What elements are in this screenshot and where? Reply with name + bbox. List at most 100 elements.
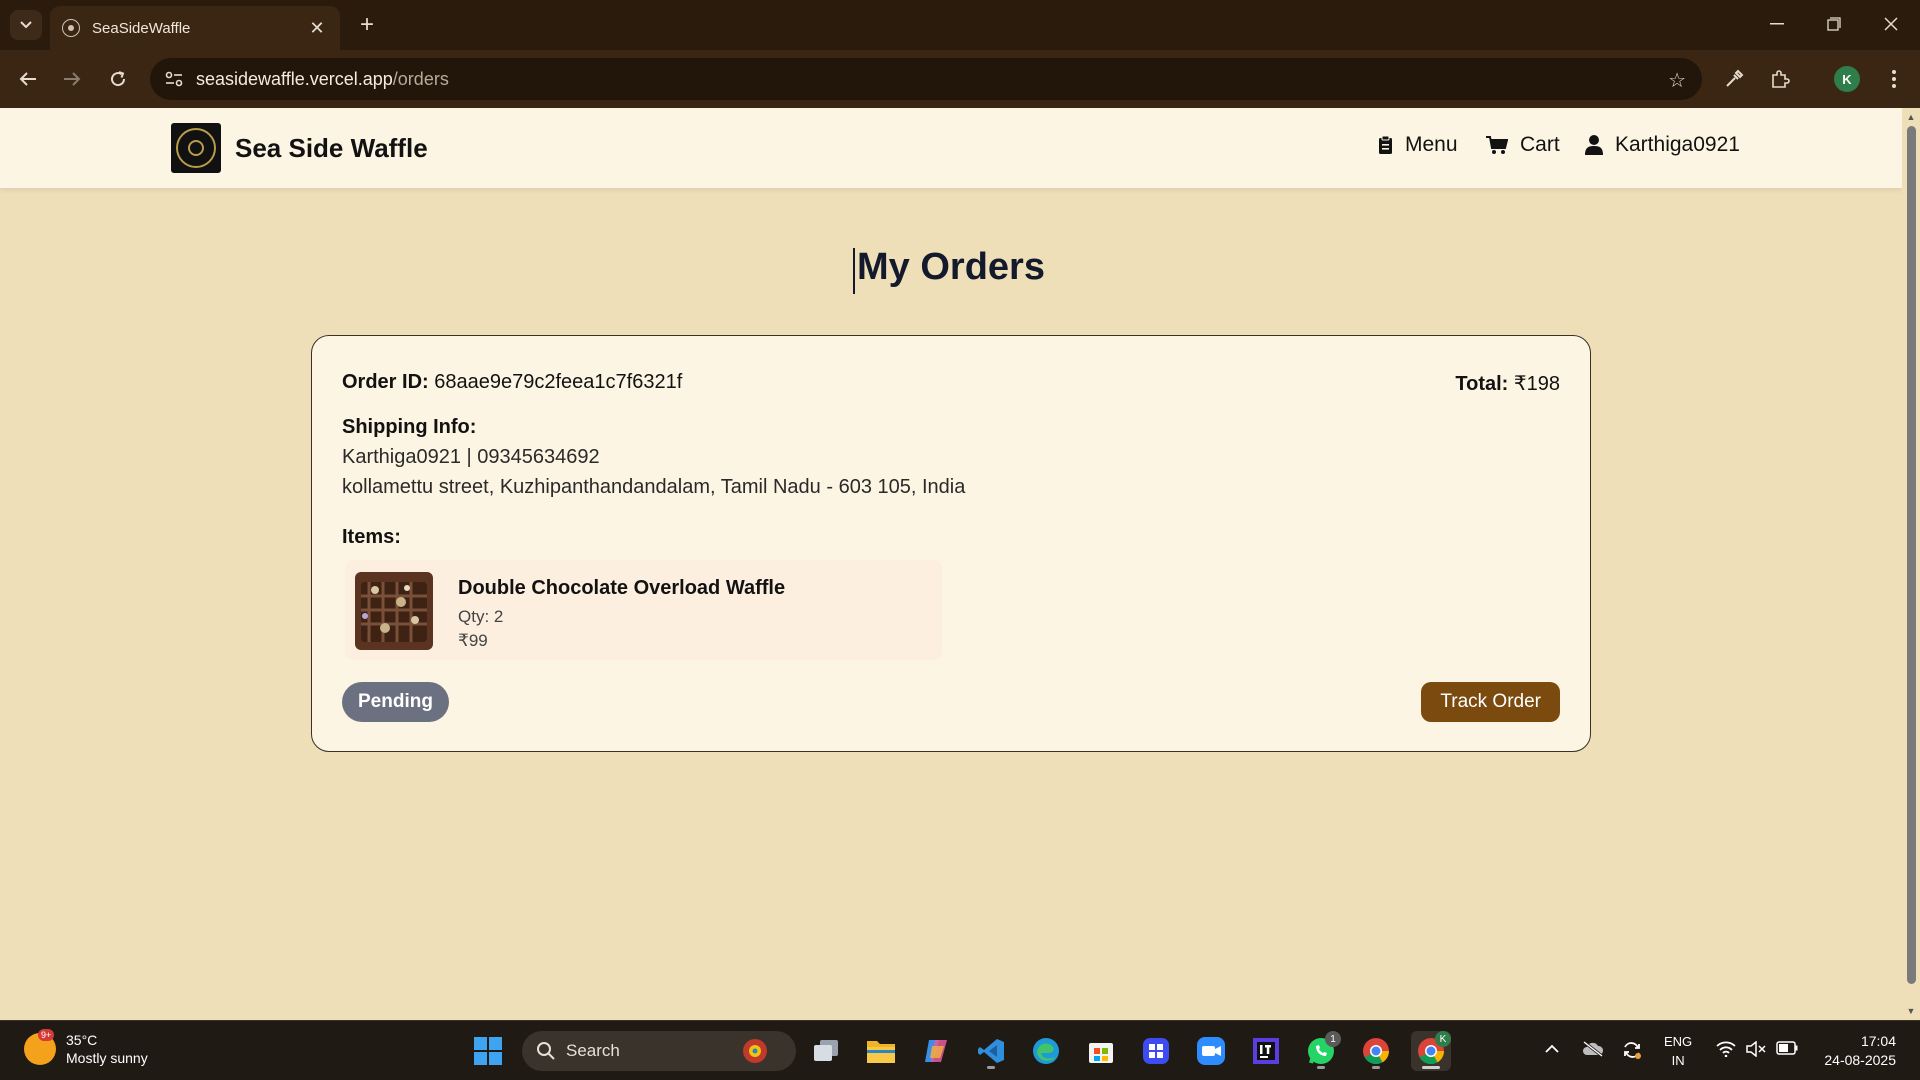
intellij-app[interactable] <box>1246 1031 1286 1071</box>
new-tab-button[interactable]: + <box>352 10 382 40</box>
forward-button[interactable] <box>56 63 88 95</box>
app-running-indicator <box>1317 1066 1325 1069</box>
vscode-app[interactable] <box>971 1031 1011 1071</box>
browser-tab-active[interactable]: SeaSideWaffle ✕ <box>50 6 340 50</box>
weather-widget[interactable]: 9+ 35°C Mostly sunny <box>24 1029 148 1067</box>
order-id-value: 68aae9e79c2feea1c7f6321f <box>434 371 683 393</box>
weather-description: Mostly sunny <box>66 1050 148 1066</box>
logo-emblem-icon <box>176 128 216 168</box>
order-item: Double Chocolate Overload Waffle Qty: 2 … <box>345 560 942 660</box>
input-language-indicator[interactable]: ENG IN <box>1664 1032 1692 1070</box>
onedrive-offline-icon[interactable] <box>1582 1040 1604 1061</box>
start-button[interactable] <box>468 1031 508 1071</box>
order-total-value: ₹198 <box>1513 373 1560 395</box>
waffle-product-image <box>355 572 433 650</box>
site-logo[interactable] <box>171 123 221 173</box>
taskbar-search[interactable]: Search <box>522 1031 796 1071</box>
wifi-icon[interactable] <box>1716 1041 1736 1061</box>
store-icon <box>1089 1043 1113 1063</box>
clock-time: 17:04 <box>1860 1033 1896 1049</box>
extensions-button[interactable] <box>1764 63 1796 95</box>
nav-cart-link[interactable]: Cart <box>1486 133 1560 157</box>
whatsapp-app[interactable]: 1 <box>1301 1031 1341 1071</box>
items-heading: Items: <box>342 526 401 548</box>
scroll-down-icon[interactable]: ▼ <box>1905 1006 1917 1016</box>
clipboard-icon <box>1379 135 1392 154</box>
task-view-button[interactable] <box>806 1031 846 1071</box>
teams-meet-app[interactable] <box>1136 1031 1176 1071</box>
text-cursor <box>853 248 855 294</box>
nav-cart-label: Cart <box>1520 133 1560 156</box>
region-code: IN <box>1671 1053 1685 1068</box>
eyedropper-icon <box>1726 69 1744 87</box>
folder-icon <box>867 1041 895 1063</box>
microsoft-store-app[interactable] <box>1081 1031 1121 1071</box>
status-badge: Pending <box>342 682 449 722</box>
back-button[interactable] <box>12 63 44 95</box>
clock-date: 24-08-2025 <box>1824 1052 1896 1068</box>
video-camera-icon <box>1197 1037 1225 1065</box>
order-id: Order ID: 68aae9e79c2feea1c7f6321f <box>342 371 682 394</box>
shipping-info-heading: Shipping Info: <box>342 416 477 438</box>
profile-avatar[interactable]: K <box>1834 66 1860 92</box>
order-id-label: Order ID: <box>342 371 429 393</box>
minimize-icon <box>1770 23 1784 25</box>
bookmark-star-icon[interactable]: ☆ <box>1668 68 1686 93</box>
site-info-icon[interactable] <box>164 69 184 89</box>
scroll-thumb[interactable] <box>1907 126 1916 984</box>
scroll-up-icon[interactable]: ▲ <box>1905 112 1917 122</box>
tab-close-icon[interactable]: ✕ <box>306 18 328 39</box>
item-price: ₹99 <box>458 631 488 650</box>
os-taskbar: 9+ 35°C Mostly sunny Search 1 K ENG IN 1… <box>0 1020 1920 1080</box>
vscode-icon <box>978 1039 1004 1063</box>
nav-user-label: Karthiga0921 <box>1615 133 1740 156</box>
browser-tab-bar: SeaSideWaffle ✕ + <box>0 0 1920 50</box>
chrome-icon <box>1363 1038 1390 1065</box>
weather-temperature: 35°C <box>66 1032 98 1048</box>
language-code: ENG <box>1664 1034 1693 1049</box>
order-total: Total: ₹198 <box>1455 371 1560 396</box>
volume-muted-icon[interactable] <box>1746 1040 1766 1061</box>
site-header: Sea Side Waffle Menu Cart Karthiga0921 <box>0 108 1902 189</box>
file-explorer-app[interactable] <box>861 1031 901 1071</box>
address-bar[interactable]: seasidewaffle.vercel.app/orders ☆ <box>150 58 1702 100</box>
tab-search-button[interactable] <box>10 10 42 40</box>
search-highlight-icon <box>743 1039 767 1063</box>
edge-app[interactable] <box>1026 1031 1066 1071</box>
user-icon <box>1585 135 1603 155</box>
page-viewport: Sea Side Waffle Menu Cart Karthiga0921 M… <box>0 108 1902 1020</box>
nav-menu-link[interactable]: Menu <box>1378 133 1458 157</box>
battery-icon[interactable] <box>1776 1041 1798 1059</box>
system-clock[interactable]: 17:04 24-08-2025 <box>1816 1032 1896 1070</box>
browser-menu-button[interactable] <box>1878 63 1910 95</box>
url-path: /orders <box>392 68 449 89</box>
tray-overflow-icon[interactable] <box>1544 1041 1560 1058</box>
shipping-contact: Karthiga0921 | 09345634692 <box>342 446 600 468</box>
item-quantity: Qty: 2 <box>458 607 504 626</box>
reload-button[interactable] <box>102 63 134 95</box>
windows-logo-icon <box>474 1037 502 1065</box>
nav-user-link[interactable]: Karthiga0921 <box>1585 133 1740 157</box>
restore-window-button[interactable] <box>1811 8 1857 40</box>
zoom-app[interactable] <box>1191 1031 1231 1071</box>
arrow-right-icon <box>64 72 81 86</box>
close-window-button[interactable] <box>1868 8 1914 40</box>
chrome-app[interactable] <box>1356 1031 1396 1071</box>
arrow-left-icon <box>19 72 36 86</box>
eyedropper-extension-button[interactable] <box>1718 63 1750 95</box>
app-running-indicator <box>1372 1066 1380 1069</box>
chrome-profile-app[interactable]: K <box>1411 1031 1451 1071</box>
site-brand[interactable]: Sea Side Waffle <box>235 133 428 164</box>
minimize-window-button[interactable] <box>1754 8 1800 40</box>
calendar-grid-icon <box>1143 1038 1169 1064</box>
taskbar-search-label: Search <box>566 1041 620 1060</box>
copilot-app[interactable] <box>916 1031 956 1071</box>
tab-title: SeaSideWaffle <box>92 19 191 37</box>
page-scrollbar[interactable]: ▲ ▼ <box>1902 108 1920 1020</box>
chrome-profile-badge: K <box>1435 1031 1451 1047</box>
close-icon <box>1884 17 1898 31</box>
sync-icon[interactable] <box>1622 1041 1642 1063</box>
app-running-indicator <box>987 1066 995 1069</box>
reload-icon <box>111 71 126 87</box>
track-order-button[interactable]: Track Order <box>1421 682 1560 722</box>
